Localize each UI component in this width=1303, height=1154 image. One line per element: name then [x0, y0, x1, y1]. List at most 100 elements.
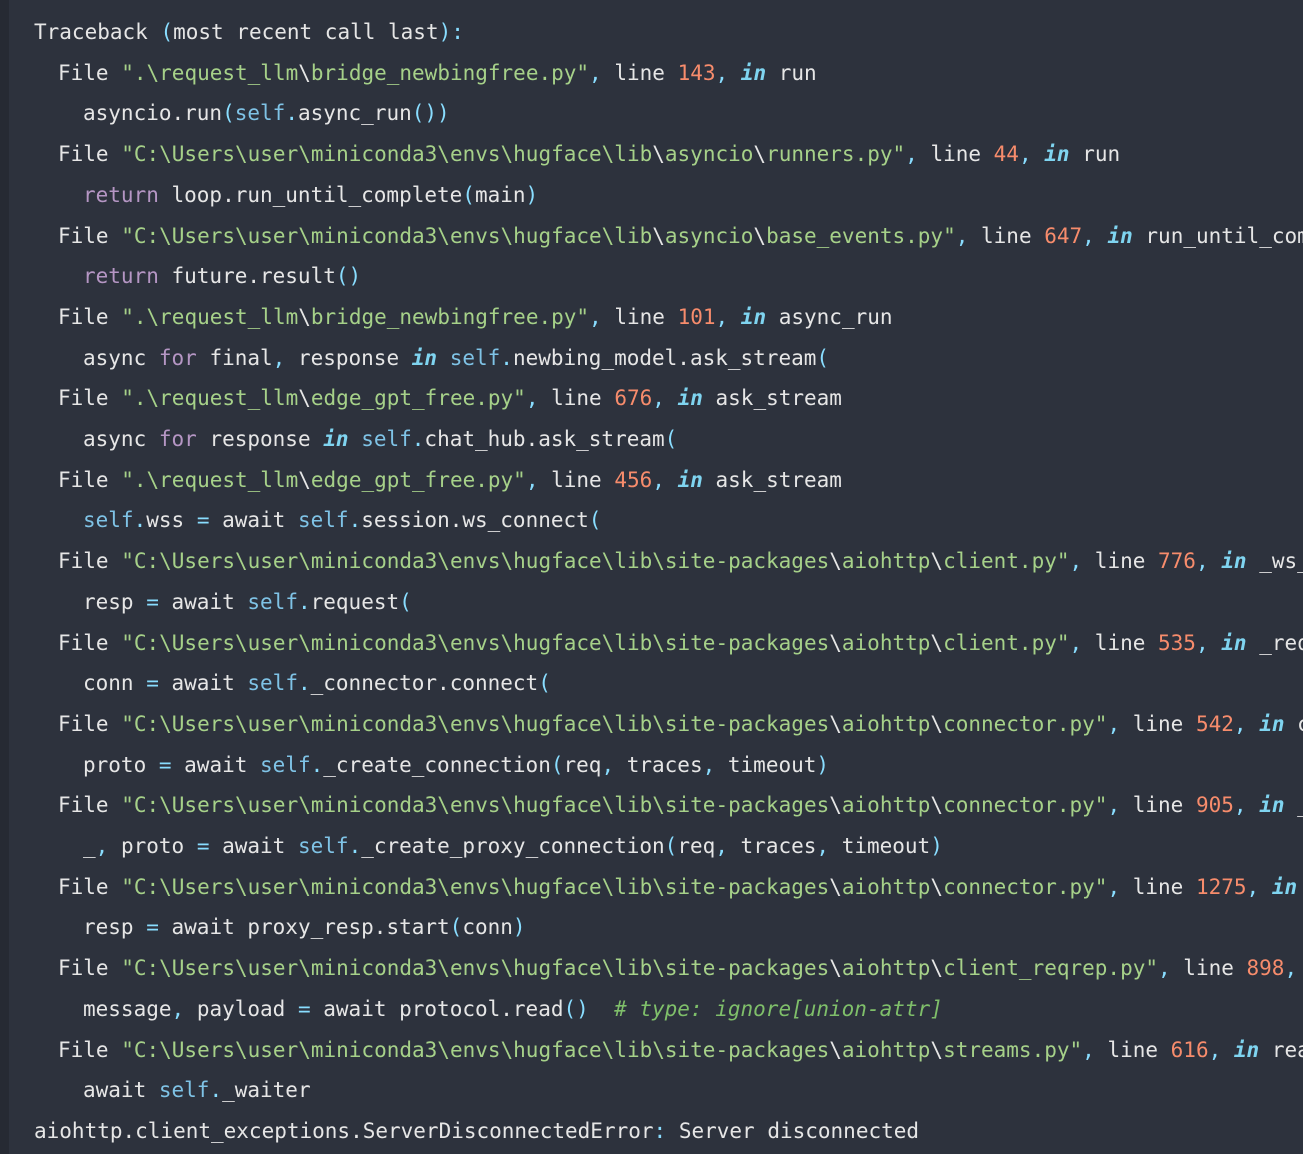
code-token: self	[297, 834, 349, 858]
code-token: ,	[95, 834, 121, 858]
traceback-line: self.wss = await self.session.ws_connect…	[83, 506, 601, 534]
code-token: self	[234, 101, 286, 126]
code-token: File	[58, 793, 122, 818]
code-token: await	[209, 834, 298, 858]
code-token: \	[930, 549, 944, 574]
traceback-line: File "C:\Users\user\miniconda3\envs\hugf…	[58, 222, 1303, 250]
traceback-line: File ".\request_llm\bridge_newbingfree.p…	[58, 59, 817, 87]
code-token: 647	[1044, 223, 1083, 248]
code-token: \	[930, 630, 944, 655]
code-token: return	[83, 182, 159, 207]
code-token: ,	[1208, 1037, 1234, 1062]
code-token: wss	[146, 508, 197, 533]
code-token: in	[677, 386, 703, 411]
code-token: .	[133, 508, 147, 533]
code-token: \	[829, 1037, 842, 1062]
code-token: (	[538, 671, 551, 696]
code-token: ,	[601, 752, 627, 777]
code-token: _request	[1259, 630, 1303, 655]
code-token: \	[930, 956, 944, 981]
code-token: connector.py"	[943, 874, 1108, 899]
code-token: \	[652, 223, 665, 248]
code-token: \	[829, 630, 842, 655]
traceback-line: File "C:\Users\user\miniconda3\envs\hugf…	[58, 547, 1303, 575]
code-token: newbing_model.ask_stream	[512, 345, 817, 370]
code-token: ,	[1107, 793, 1133, 818]
code-token: \	[930, 874, 944, 899]
code-token: in	[1271, 874, 1298, 899]
code-token: \	[753, 142, 767, 167]
code-token: _connector.connect	[310, 671, 539, 696]
code-token: "C:\Users\user\miniconda3\envs\hugface\l…	[121, 793, 830, 818]
code-token: 535	[1158, 630, 1196, 655]
code-token: edge_gpt_free.py"	[310, 386, 526, 411]
code-token: self	[83, 508, 134, 533]
code-token: ,	[715, 304, 741, 329]
traceback-line: File "C:\Users\user\miniconda3\envs\hugf…	[58, 1036, 1303, 1064]
code-token: =	[146, 671, 159, 696]
code-token: ,	[955, 223, 982, 248]
code-token: connect	[1284, 712, 1303, 736]
code-token: File	[58, 630, 122, 655]
traceback-line: File "C:\Users\user\miniconda3\envs\hugf…	[58, 954, 1303, 982]
code-token: ,	[1233, 793, 1260, 818]
code-token: File	[58, 549, 122, 574]
code-token: 676	[614, 386, 653, 411]
code-token: loop.run_until_complete	[158, 182, 463, 207]
code-token: connector.py"	[943, 711, 1108, 736]
code-token: payload	[196, 996, 298, 1021]
traceback-line: File "C:\Users\user\miniconda3\envs\hugf…	[58, 710, 1303, 738]
code-token: .	[348, 834, 362, 858]
code-token: File	[58, 1037, 122, 1062]
code-token: File	[58, 874, 122, 899]
code-token: ,	[1018, 142, 1045, 167]
code-token: for	[158, 427, 197, 451]
code-token: ()	[563, 996, 589, 1021]
code-token: \	[298, 386, 311, 411]
code-token: ask_stream	[702, 386, 842, 411]
code-token: 1275	[1195, 874, 1247, 899]
code-token: 456	[614, 467, 653, 492]
code-token: ,	[171, 996, 197, 1021]
code-token: \	[298, 304, 311, 329]
traceback-line: proto = await self._create_connection(re…	[83, 751, 829, 779]
code-token: ,	[652, 467, 678, 492]
code-token: line	[1094, 630, 1159, 655]
code-token: await	[209, 508, 298, 533]
code-token: proto	[120, 834, 197, 858]
code-token: aiohttp	[841, 1037, 931, 1062]
code-token: (	[816, 345, 830, 370]
code-token: connector.py"	[943, 793, 1108, 818]
code-token: line	[930, 142, 994, 167]
code-token: base_events.py"	[766, 223, 956, 248]
code-token: aiohttp	[841, 630, 931, 655]
code-token: runners.py"	[766, 142, 906, 167]
code-token: \	[829, 874, 842, 899]
code-token: conn	[462, 915, 513, 940]
code-token: .	[285, 101, 298, 126]
code-token: \	[829, 549, 842, 574]
code-token: =	[196, 508, 210, 533]
code-token: ,	[1246, 874, 1272, 899]
code-token: self	[361, 427, 412, 451]
code-token: (	[160, 20, 174, 44]
code-token: ):	[438, 20, 464, 44]
code-token: 101	[677, 304, 716, 329]
traceback-line: async for response in self.chat_hub.ask_…	[83, 425, 677, 453]
code-token: 898	[1246, 956, 1285, 981]
code-token: line	[1107, 1037, 1171, 1062]
code-token: =	[158, 752, 172, 777]
code-token: in	[1221, 549, 1247, 574]
code-token: response	[297, 345, 412, 370]
code-token: ,	[1082, 223, 1108, 248]
traceback-line: File "C:\Users\user\miniconda3\envs\hugf…	[58, 629, 1303, 657]
code-token: await	[158, 671, 248, 696]
code-token: line	[551, 467, 615, 492]
traceback-line: asyncio.run(self.async_run())	[83, 99, 450, 127]
code-token: _create_connection	[1284, 793, 1303, 817]
code-token: Traceback	[34, 20, 161, 44]
code-token: ,	[1107, 874, 1133, 899]
code-token: async_run	[297, 101, 412, 126]
traceback-line: File ".\request_llm\bridge_newbingfree.p…	[58, 303, 893, 331]
